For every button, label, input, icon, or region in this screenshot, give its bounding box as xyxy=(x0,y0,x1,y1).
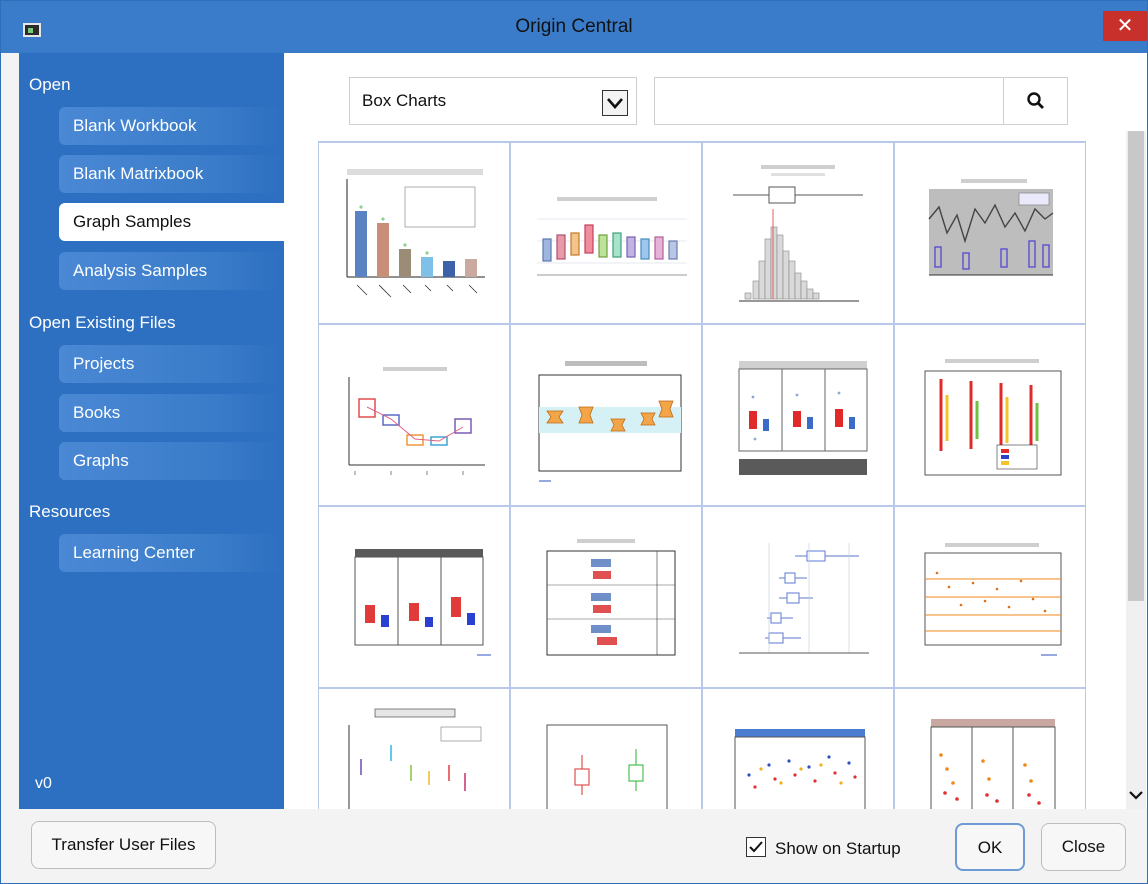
graph-sample-tile[interactable] xyxy=(318,506,510,688)
sidebar-item-learning-center[interactable]: Learning Center xyxy=(59,534,284,572)
origin-central-window: Origin Central ✕ Open Blank Workbook Bla… xyxy=(0,0,1148,884)
graph-sample-tile[interactable] xyxy=(894,324,1086,506)
sidebar: Open Blank Workbook Blank Matrixbook Gra… xyxy=(19,53,284,809)
graph-sample-tile[interactable] xyxy=(894,142,1086,324)
graph-sample-tile[interactable] xyxy=(318,324,510,506)
sidebar-item-books[interactable]: Books xyxy=(59,394,284,432)
scrollbar-thumb[interactable] xyxy=(1128,131,1144,601)
graph-sample-tile[interactable] xyxy=(702,506,894,688)
graph-sample-tile[interactable] xyxy=(702,324,894,506)
graph-sample-tile[interactable] xyxy=(894,506,1086,688)
chevron-down-icon[interactable] xyxy=(602,90,628,116)
title-bar: Origin Central ✕ xyxy=(1,1,1147,53)
graph-sample-tile[interactable] xyxy=(510,142,702,324)
footer-bar: Transfer User Files Show on Startup OK C… xyxy=(1,809,1147,883)
search-box xyxy=(654,77,1068,125)
version-label: v0 xyxy=(35,775,52,792)
app-icon xyxy=(23,23,41,37)
close-window-button[interactable]: ✕ xyxy=(1103,11,1147,41)
sidebar-item-graph-samples[interactable]: Graph Samples xyxy=(59,203,284,241)
checkmark-icon xyxy=(749,841,763,853)
graph-sample-tile[interactable] xyxy=(318,142,510,324)
graph-sample-tile[interactable] xyxy=(510,506,702,688)
gallery-scrollbar[interactable] xyxy=(1126,131,1146,809)
sidebar-item-blank-workbook[interactable]: Blank Workbook xyxy=(59,107,284,145)
ok-button[interactable]: OK xyxy=(955,823,1025,871)
graph-sample-tile[interactable] xyxy=(510,688,702,809)
show-on-startup-checkbox[interactable] xyxy=(746,837,766,857)
section-open-existing-files: Open Existing Files xyxy=(29,313,176,332)
sidebar-item-blank-matrixbook[interactable]: Blank Matrixbook xyxy=(59,155,284,193)
section-open: Open xyxy=(29,75,71,94)
show-on-startup-label: Show on Startup xyxy=(775,839,901,858)
search-input[interactable] xyxy=(655,78,1003,124)
search-button[interactable] xyxy=(1003,78,1067,124)
graph-sample-tile[interactable] xyxy=(510,324,702,506)
sidebar-item-graphs[interactable]: Graphs xyxy=(59,442,284,480)
window-title: Origin Central xyxy=(515,16,633,37)
section-resources: Resources xyxy=(29,502,111,521)
transfer-user-files-button[interactable]: Transfer User Files xyxy=(31,821,216,869)
main-content: Box Charts xyxy=(284,53,1147,809)
chevron-down-icon[interactable] xyxy=(1126,785,1146,805)
search-icon xyxy=(1027,92,1044,109)
category-dropdown-value: Box Charts xyxy=(362,91,447,110)
sidebar-item-projects[interactable]: Projects xyxy=(59,345,284,383)
close-button[interactable]: Close xyxy=(1041,823,1126,871)
sidebar-item-analysis-samples[interactable]: Analysis Samples xyxy=(59,252,284,290)
graph-gallery xyxy=(318,141,1086,809)
graph-sample-tile[interactable] xyxy=(318,688,510,809)
graph-sample-tile[interactable] xyxy=(894,688,1086,809)
category-dropdown[interactable]: Box Charts xyxy=(349,77,637,125)
graph-sample-tile[interactable] xyxy=(702,142,894,324)
graph-sample-tile[interactable] xyxy=(702,688,894,809)
